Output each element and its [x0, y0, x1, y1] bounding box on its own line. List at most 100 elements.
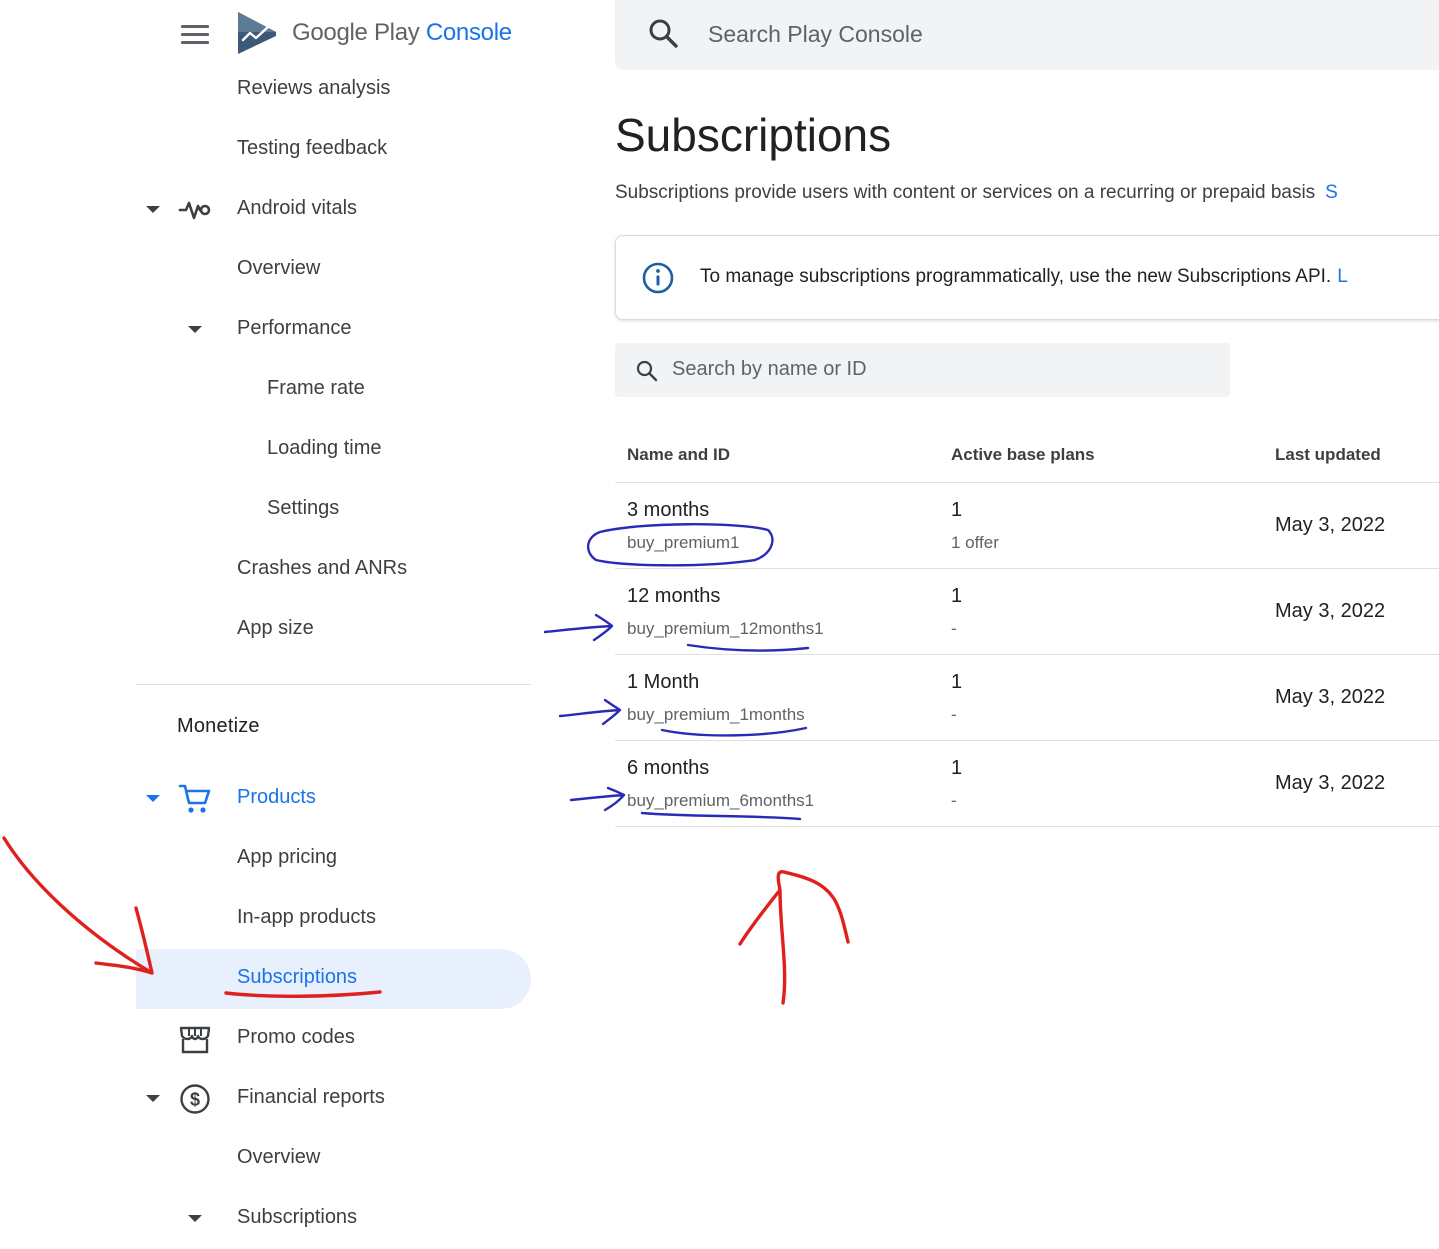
- nav-label: Loading time: [267, 437, 382, 459]
- column-header-base-plans[interactable]: Active base plans: [951, 445, 1095, 465]
- subscription-name: 3 months: [627, 499, 710, 521]
- nav-label: App pricing: [237, 846, 338, 868]
- nav-in-app-products[interactable]: In-app products: [136, 889, 531, 949]
- page-description: Subscriptions provide users with content…: [615, 182, 1338, 204]
- svg-text:$: $: [190, 1090, 200, 1110]
- subscription-id: buy_premium1: [627, 533, 740, 552]
- nav-performance[interactable]: Performance: [136, 300, 531, 360]
- learn-more-link[interactable]: S: [1325, 182, 1338, 203]
- table-row[interactable]: 1 Month buy_premium_1months 1 - May 3, 2…: [615, 655, 1439, 741]
- subscription-id: buy_premium_1months: [627, 705, 805, 724]
- blue-arrow-annotation: [558, 698, 622, 726]
- search-icon: [636, 360, 658, 382]
- subscriptions-table: Name and ID Active base plans Last updat…: [615, 425, 1439, 827]
- base-plans-count: 1: [951, 671, 963, 693]
- last-updated: May 3, 2022: [1275, 772, 1386, 794]
- red-arrow-annotation: [738, 870, 850, 1005]
- table-row[interactable]: 12 months buy_premium_12months1 1 - May …: [615, 569, 1439, 655]
- subscription-name: 1 Month: [627, 671, 700, 693]
- offers-count: -: [951, 619, 957, 638]
- nav-label: Testing feedback: [237, 137, 388, 159]
- offers-count: 1 offer: [951, 533, 999, 552]
- nav-loading-time[interactable]: Loading time: [136, 420, 531, 480]
- info-icon: [642, 262, 674, 294]
- table-row[interactable]: 3 months buy_premium1 1 1 offer May 3, 2…: [615, 483, 1439, 569]
- subscription-id: buy_premium_12months1: [627, 619, 824, 638]
- nav-label: Performance: [237, 317, 352, 339]
- nav-frame-rate[interactable]: Frame rate: [136, 360, 531, 420]
- table-search-input[interactable]: Search by name or ID: [672, 358, 867, 381]
- offers-count: -: [951, 705, 957, 724]
- subscription-name: 6 months: [627, 757, 710, 779]
- last-updated: May 3, 2022: [1275, 514, 1386, 536]
- app-title: Google Play Console: [292, 19, 512, 47]
- table-header: Name and ID Active base plans Last updat…: [615, 425, 1439, 483]
- nav-label: Subscriptions: [237, 1206, 358, 1228]
- nav-label: Settings: [267, 497, 340, 519]
- nav-label: Overview: [237, 257, 321, 279]
- global-search-bar[interactable]: Search Play Console: [615, 0, 1439, 70]
- menu-button[interactable]: [178, 22, 212, 46]
- cart-icon: [178, 784, 211, 813]
- nav-financial-reports[interactable]: $ Financial reports: [136, 1069, 531, 1129]
- vitals-icon: [178, 201, 211, 220]
- offers-count: -: [951, 791, 957, 810]
- nav-app-size[interactable]: App size: [136, 600, 531, 660]
- caret-down-icon: [146, 1095, 160, 1102]
- nav-promo-codes[interactable]: Promo codes: [136, 1009, 531, 1069]
- nav-label: Crashes and ANRs: [237, 557, 408, 579]
- app-title-accent: Console: [425, 19, 512, 46]
- table-search-bar[interactable]: Search by name or ID: [615, 343, 1230, 397]
- nav-crashes-anrs[interactable]: Crashes and ANRs: [136, 540, 531, 600]
- last-updated: May 3, 2022: [1275, 600, 1386, 622]
- nav-label: Reviews analysis: [237, 77, 391, 99]
- nav-label: Overview: [237, 1146, 321, 1168]
- storefront-icon: [179, 1026, 211, 1054]
- table-row[interactable]: 6 months buy_premium_6months1 1 - May 3,…: [615, 741, 1439, 827]
- app-title-main: Google Play: [292, 19, 420, 46]
- nav-label: Products: [237, 786, 316, 808]
- nav-label: App size: [237, 617, 314, 639]
- nav-section-monetize: Monetize: [177, 715, 260, 737]
- nav-label: Android vitals: [237, 197, 358, 219]
- subscription-name: 12 months: [627, 585, 721, 607]
- base-plans-count: 1: [951, 585, 963, 607]
- api-info-banner: To manage subscriptions programmatically…: [615, 235, 1439, 320]
- nav-testing-feedback[interactable]: Testing feedback: [136, 120, 531, 180]
- nav-label: Subscriptions: [237, 966, 358, 988]
- nav-divider: [136, 684, 531, 685]
- play-console-logo-icon: [238, 12, 276, 54]
- nav-products[interactable]: Products: [136, 769, 531, 829]
- nav-financial-subscriptions[interactable]: Subscriptions: [136, 1189, 531, 1249]
- page-title: Subscriptions: [615, 109, 892, 161]
- nav-label: Promo codes: [237, 1026, 355, 1048]
- blue-arrow-annotation: [543, 613, 614, 642]
- banner-message: To manage subscriptions programmatically…: [700, 266, 1348, 288]
- global-search-input[interactable]: Search Play Console: [708, 21, 923, 48]
- subscription-id: buy_premium_6months1: [627, 791, 815, 810]
- banner-text: To manage subscriptions programmatically…: [700, 266, 1332, 287]
- caret-down-icon: [146, 206, 160, 213]
- nav-vitals-overview[interactable]: Overview: [136, 240, 531, 300]
- nav-label: Financial reports: [237, 1086, 385, 1108]
- page-description-text: Subscriptions provide users with content…: [615, 182, 1316, 203]
- nav-settings[interactable]: Settings: [136, 480, 531, 540]
- nav-android-vitals[interactable]: Android vitals: [136, 180, 531, 240]
- caret-down-icon: [146, 795, 160, 802]
- nav-label: In-app products: [237, 906, 376, 928]
- base-plans-count: 1: [951, 757, 963, 779]
- nav-financial-overview[interactable]: Overview: [136, 1129, 531, 1189]
- search-icon: [649, 19, 678, 48]
- nav-reviews-analysis[interactable]: Reviews analysis: [136, 60, 531, 120]
- banner-link[interactable]: L: [1337, 266, 1348, 287]
- last-updated: May 3, 2022: [1275, 686, 1386, 708]
- column-header-name[interactable]: Name and ID: [627, 445, 730, 465]
- app-logo[interactable]: Google Play Console: [236, 10, 512, 56]
- red-arrow-annotation: [2, 836, 154, 975]
- column-header-last-updated[interactable]: Last updated: [1275, 445, 1381, 465]
- base-plans-count: 1: [951, 499, 963, 521]
- nav-app-pricing[interactable]: App pricing: [136, 829, 531, 889]
- nav-subscriptions[interactable]: Subscriptions: [136, 949, 531, 1009]
- dollar-icon: $: [180, 1084, 210, 1114]
- caret-down-icon: [188, 326, 202, 333]
